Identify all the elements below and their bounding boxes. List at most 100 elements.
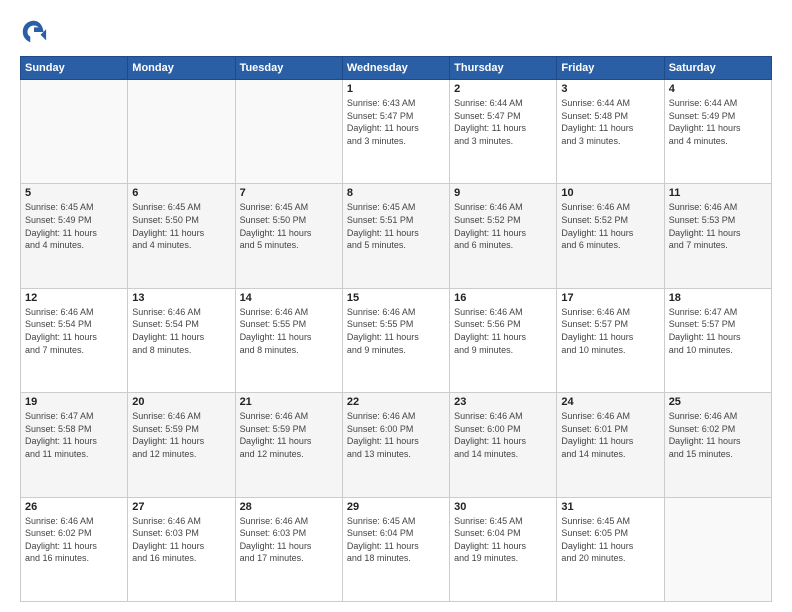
logo-icon bbox=[20, 18, 48, 46]
calendar-cell: 18 Sunrise: 6:47 AM Sunset: 5:57 PM Dayli… bbox=[664, 288, 771, 392]
calendar-week-row: 26 Sunrise: 6:46 AM Sunset: 6:02 PM Dayli… bbox=[21, 497, 772, 601]
header bbox=[20, 18, 772, 46]
calendar-cell: 8 Sunrise: 6:45 AM Sunset: 5:51 PM Daylig… bbox=[342, 184, 449, 288]
calendar-cell: 26 Sunrise: 6:46 AM Sunset: 6:02 PM Dayli… bbox=[21, 497, 128, 601]
day-number: 19 bbox=[25, 396, 123, 408]
day-number: 3 bbox=[561, 83, 659, 95]
day-info: Sunrise: 6:46 AM Sunset: 6:02 PM Dayligh… bbox=[669, 410, 767, 460]
page: SundayMondayTuesdayWednesdayThursdayFrid… bbox=[0, 0, 792, 612]
day-info: Sunrise: 6:46 AM Sunset: 5:57 PM Dayligh… bbox=[561, 306, 659, 356]
day-info: Sunrise: 6:45 AM Sunset: 6:04 PM Dayligh… bbox=[347, 515, 445, 565]
day-number: 29 bbox=[347, 501, 445, 513]
calendar-cell bbox=[128, 80, 235, 184]
day-number: 24 bbox=[561, 396, 659, 408]
day-number: 21 bbox=[240, 396, 338, 408]
day-number: 28 bbox=[240, 501, 338, 513]
calendar-cell bbox=[664, 497, 771, 601]
calendar-cell bbox=[21, 80, 128, 184]
day-info: Sunrise: 6:46 AM Sunset: 5:52 PM Dayligh… bbox=[561, 201, 659, 251]
calendar-cell: 21 Sunrise: 6:46 AM Sunset: 5:59 PM Dayli… bbox=[235, 393, 342, 497]
day-info: Sunrise: 6:46 AM Sunset: 5:56 PM Dayligh… bbox=[454, 306, 552, 356]
day-number: 7 bbox=[240, 187, 338, 199]
day-info: Sunrise: 6:46 AM Sunset: 6:00 PM Dayligh… bbox=[347, 410, 445, 460]
calendar-cell: 19 Sunrise: 6:47 AM Sunset: 5:58 PM Dayli… bbox=[21, 393, 128, 497]
day-info: Sunrise: 6:45 AM Sunset: 6:05 PM Dayligh… bbox=[561, 515, 659, 565]
day-info: Sunrise: 6:46 AM Sunset: 6:00 PM Dayligh… bbox=[454, 410, 552, 460]
day-info: Sunrise: 6:45 AM Sunset: 5:49 PM Dayligh… bbox=[25, 201, 123, 251]
weekday-header: Thursday bbox=[450, 57, 557, 80]
calendar-cell: 3 Sunrise: 6:44 AM Sunset: 5:48 PM Daylig… bbox=[557, 80, 664, 184]
day-number: 26 bbox=[25, 501, 123, 513]
day-info: Sunrise: 6:47 AM Sunset: 5:57 PM Dayligh… bbox=[669, 306, 767, 356]
weekday-header: Tuesday bbox=[235, 57, 342, 80]
calendar-cell: 25 Sunrise: 6:46 AM Sunset: 6:02 PM Dayli… bbox=[664, 393, 771, 497]
day-number: 8 bbox=[347, 187, 445, 199]
day-number: 12 bbox=[25, 292, 123, 304]
calendar-cell: 30Sunrise: 6:45 AM Sunset: 6:04 PM Dayli… bbox=[450, 497, 557, 601]
calendar-cell: 2 Sunrise: 6:44 AM Sunset: 5:47 PM Daylig… bbox=[450, 80, 557, 184]
calendar-cell: 6 Sunrise: 6:45 AM Sunset: 5:50 PM Daylig… bbox=[128, 184, 235, 288]
calendar-cell: 24Sunrise: 6:46 AM Sunset: 6:01 PM Dayli… bbox=[557, 393, 664, 497]
calendar-cell: 28 Sunrise: 6:46 AM Sunset: 6:03 PM Dayli… bbox=[235, 497, 342, 601]
day-info: Sunrise: 6:46 AM Sunset: 5:55 PM Dayligh… bbox=[240, 306, 338, 356]
day-info: Sunrise: 6:43 AM Sunset: 5:47 PM Dayligh… bbox=[347, 97, 445, 147]
calendar-cell: 17 Sunrise: 6:46 AM Sunset: 5:57 PM Dayli… bbox=[557, 288, 664, 392]
day-info: Sunrise: 6:44 AM Sunset: 5:47 PM Dayligh… bbox=[454, 97, 552, 147]
calendar-cell: 9Sunrise: 6:46 AM Sunset: 5:52 PM Daylig… bbox=[450, 184, 557, 288]
day-number: 27 bbox=[132, 501, 230, 513]
day-info: Sunrise: 6:47 AM Sunset: 5:58 PM Dayligh… bbox=[25, 410, 123, 460]
day-info: Sunrise: 6:44 AM Sunset: 5:49 PM Dayligh… bbox=[669, 97, 767, 147]
calendar-week-row: 5Sunrise: 6:45 AM Sunset: 5:49 PM Daylig… bbox=[21, 184, 772, 288]
calendar-cell: 14 Sunrise: 6:46 AM Sunset: 5:55 PM Dayli… bbox=[235, 288, 342, 392]
weekday-header: Monday bbox=[128, 57, 235, 80]
calendar-cell: 23 Sunrise: 6:46 AM Sunset: 6:00 PM Dayli… bbox=[450, 393, 557, 497]
day-info: Sunrise: 6:45 AM Sunset: 5:51 PM Dayligh… bbox=[347, 201, 445, 251]
weekday-header: Friday bbox=[557, 57, 664, 80]
day-number: 2 bbox=[454, 83, 552, 95]
day-number: 18 bbox=[669, 292, 767, 304]
calendar-cell: 20 Sunrise: 6:46 AM Sunset: 5:59 PM Dayli… bbox=[128, 393, 235, 497]
calendar-cell: 16Sunrise: 6:46 AM Sunset: 5:56 PM Dayli… bbox=[450, 288, 557, 392]
calendar-cell: 12 Sunrise: 6:46 AM Sunset: 5:54 PM Dayli… bbox=[21, 288, 128, 392]
day-number: 13 bbox=[132, 292, 230, 304]
day-number: 20 bbox=[132, 396, 230, 408]
calendar-cell: 7 Sunrise: 6:45 AM Sunset: 5:50 PM Daylig… bbox=[235, 184, 342, 288]
day-info: Sunrise: 6:46 AM Sunset: 5:52 PM Dayligh… bbox=[454, 201, 552, 251]
day-info: Sunrise: 6:46 AM Sunset: 5:59 PM Dayligh… bbox=[240, 410, 338, 460]
weekday-header: Saturday bbox=[664, 57, 771, 80]
calendar-cell: 31Sunrise: 6:45 AM Sunset: 6:05 PM Dayli… bbox=[557, 497, 664, 601]
day-number: 1 bbox=[347, 83, 445, 95]
day-number: 25 bbox=[669, 396, 767, 408]
calendar-cell: 29 Sunrise: 6:45 AM Sunset: 6:04 PM Dayli… bbox=[342, 497, 449, 601]
calendar-cell: 11Sunrise: 6:46 AM Sunset: 5:53 PM Dayli… bbox=[664, 184, 771, 288]
calendar-cell bbox=[235, 80, 342, 184]
day-number: 23 bbox=[454, 396, 552, 408]
logo bbox=[20, 18, 52, 46]
day-number: 17 bbox=[561, 292, 659, 304]
day-info: Sunrise: 6:46 AM Sunset: 5:54 PM Dayligh… bbox=[25, 306, 123, 356]
calendar-cell: 22Sunrise: 6:46 AM Sunset: 6:00 PM Dayli… bbox=[342, 393, 449, 497]
calendar-week-row: 12 Sunrise: 6:46 AM Sunset: 5:54 PM Dayli… bbox=[21, 288, 772, 392]
calendar-cell: 5Sunrise: 6:45 AM Sunset: 5:49 PM Daylig… bbox=[21, 184, 128, 288]
day-info: Sunrise: 6:46 AM Sunset: 5:54 PM Dayligh… bbox=[132, 306, 230, 356]
calendar-cell: 1 Sunrise: 6:43 AM Sunset: 5:47 PM Daylig… bbox=[342, 80, 449, 184]
day-info: Sunrise: 6:44 AM Sunset: 5:48 PM Dayligh… bbox=[561, 97, 659, 147]
day-info: Sunrise: 6:46 AM Sunset: 6:03 PM Dayligh… bbox=[240, 515, 338, 565]
calendar-cell: 4 Sunrise: 6:44 AM Sunset: 5:49 PM Daylig… bbox=[664, 80, 771, 184]
day-number: 30 bbox=[454, 501, 552, 513]
day-number: 14 bbox=[240, 292, 338, 304]
day-number: 11 bbox=[669, 187, 767, 199]
calendar-week-row: 1 Sunrise: 6:43 AM Sunset: 5:47 PM Daylig… bbox=[21, 80, 772, 184]
calendar-cell: 27 Sunrise: 6:46 AM Sunset: 6:03 PM Dayli… bbox=[128, 497, 235, 601]
day-number: 4 bbox=[669, 83, 767, 95]
day-number: 10 bbox=[561, 187, 659, 199]
calendar-cell: 10 Sunrise: 6:46 AM Sunset: 5:52 PM Dayli… bbox=[557, 184, 664, 288]
day-number: 6 bbox=[132, 187, 230, 199]
day-info: Sunrise: 6:45 AM Sunset: 5:50 PM Dayligh… bbox=[240, 201, 338, 251]
day-info: Sunrise: 6:45 AM Sunset: 5:50 PM Dayligh… bbox=[132, 201, 230, 251]
day-info: Sunrise: 6:46 AM Sunset: 5:55 PM Dayligh… bbox=[347, 306, 445, 356]
day-info: Sunrise: 6:46 AM Sunset: 6:03 PM Dayligh… bbox=[132, 515, 230, 565]
day-info: Sunrise: 6:46 AM Sunset: 6:02 PM Dayligh… bbox=[25, 515, 123, 565]
day-info: Sunrise: 6:46 AM Sunset: 5:59 PM Dayligh… bbox=[132, 410, 230, 460]
weekday-header-row: SundayMondayTuesdayWednesdayThursdayFrid… bbox=[21, 57, 772, 80]
